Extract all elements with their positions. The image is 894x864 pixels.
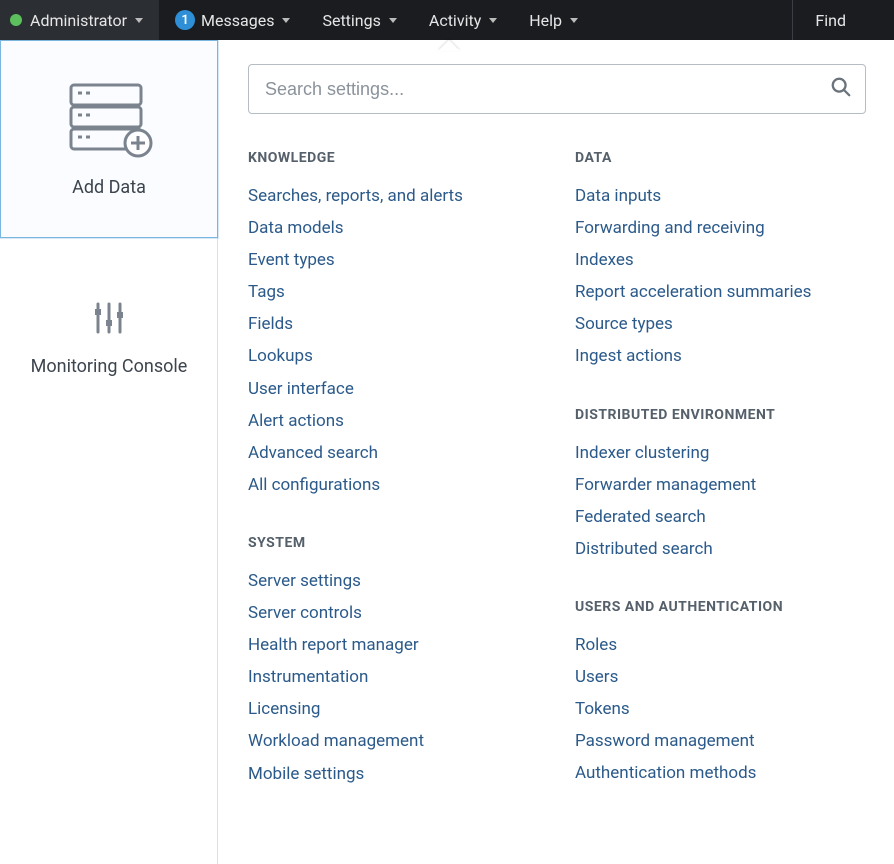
settings-link[interactable]: Report acceleration summaries bbox=[575, 276, 866, 308]
settings-link[interactable]: Distributed search bbox=[575, 533, 866, 565]
settings-link[interactable]: Indexer clustering bbox=[575, 437, 866, 469]
search-settings-input[interactable] bbox=[248, 64, 866, 114]
nav-administrator[interactable]: Administrator bbox=[0, 0, 159, 40]
settings-link[interactable]: Forwarding and receiving bbox=[575, 212, 866, 244]
nav-label: Messages bbox=[201, 11, 274, 30]
settings-link[interactable]: Ingest actions bbox=[575, 340, 866, 372]
settings-link[interactable]: Event types bbox=[248, 244, 539, 276]
link-list-distributed: Indexer clusteringForwarder managementFe… bbox=[575, 437, 866, 565]
settings-link[interactable]: Lookups bbox=[248, 340, 539, 372]
settings-link[interactable]: Forwarder management bbox=[575, 469, 866, 501]
settings-link[interactable]: Workload management bbox=[248, 725, 539, 757]
section-heading: SYSTEM bbox=[248, 535, 539, 551]
settings-link[interactable]: Server settings bbox=[248, 565, 539, 597]
nav-label: Activity bbox=[429, 11, 481, 30]
nav-label: Settings bbox=[322, 11, 380, 30]
messages-count-badge: 1 bbox=[175, 10, 195, 30]
settings-link[interactable]: Data models bbox=[248, 212, 539, 244]
sidebar-add-data[interactable]: Add Data bbox=[0, 40, 218, 238]
chevron-down-icon bbox=[489, 18, 497, 23]
nav-label: Find bbox=[815, 11, 846, 30]
settings-link[interactable]: All configurations bbox=[248, 469, 539, 501]
chevron-down-icon bbox=[389, 18, 397, 23]
settings-link[interactable]: Data inputs bbox=[575, 180, 866, 212]
settings-link[interactable]: Users bbox=[575, 661, 866, 693]
link-list-knowledge: Searches, reports, and alertsData models… bbox=[248, 180, 539, 501]
settings-link[interactable]: Alert actions bbox=[248, 405, 539, 437]
settings-link[interactable]: Source types bbox=[575, 308, 866, 340]
settings-link[interactable]: Health report manager bbox=[248, 629, 539, 661]
settings-link[interactable]: Mobile settings bbox=[248, 758, 539, 790]
nav-messages[interactable]: 1 Messages bbox=[159, 0, 306, 40]
settings-link[interactable]: Roles bbox=[575, 629, 866, 661]
search-settings-wrap bbox=[248, 64, 866, 114]
settings-link[interactable]: Advanced search bbox=[248, 437, 539, 469]
menu-pointer-icon bbox=[438, 40, 460, 51]
link-list-system: Server settingsServer controlsHealth rep… bbox=[248, 565, 539, 790]
link-list-users: RolesUsersTokensPassword managementAuthe… bbox=[575, 629, 866, 789]
search-icon bbox=[830, 76, 852, 102]
settings-link[interactable]: Licensing bbox=[248, 693, 539, 725]
settings-link[interactable]: Instrumentation bbox=[248, 661, 539, 693]
section-distributed: DISTRIBUTED ENVIRONMENT Indexer clusteri… bbox=[575, 407, 866, 565]
nav-label: Administrator bbox=[30, 11, 127, 30]
chevron-down-icon bbox=[135, 18, 143, 23]
section-system: SYSTEM Server settingsServer controlsHea… bbox=[248, 535, 539, 790]
settings-link[interactable]: Tokens bbox=[575, 693, 866, 725]
chevron-down-icon bbox=[282, 18, 290, 23]
settings-content: KNOWLEDGE Searches, reports, and alertsD… bbox=[218, 40, 894, 864]
settings-link[interactable]: Tags bbox=[248, 276, 539, 308]
nav-activity[interactable]: Activity bbox=[413, 0, 513, 40]
top-navbar: Administrator 1 Messages Settings Activi… bbox=[0, 0, 894, 40]
settings-link[interactable]: Federated search bbox=[575, 501, 866, 533]
chevron-down-icon bbox=[570, 18, 578, 23]
section-heading: USERS AND AUTHENTICATION bbox=[575, 599, 866, 615]
settings-link[interactable]: Fields bbox=[248, 308, 539, 340]
settings-dropdown-panel: Add Data Monitoring Console bbox=[0, 40, 894, 864]
section-knowledge: KNOWLEDGE Searches, reports, and alertsD… bbox=[248, 150, 539, 501]
nav-label: Help bbox=[529, 11, 562, 30]
nav-find[interactable]: Find bbox=[792, 0, 894, 40]
status-dot-icon bbox=[10, 14, 22, 26]
settings-link[interactable]: User interface bbox=[248, 373, 539, 405]
settings-sidebar: Add Data Monitoring Console bbox=[0, 40, 218, 864]
link-list-data: Data inputsForwarding and receivingIndex… bbox=[575, 180, 866, 373]
add-data-icon bbox=[65, 81, 153, 159]
sliders-icon bbox=[89, 298, 129, 338]
sidebar-monitoring-console[interactable]: Monitoring Console bbox=[0, 238, 218, 436]
section-heading: DATA bbox=[575, 150, 866, 166]
sidebar-label: Add Data bbox=[72, 177, 146, 198]
section-heading: DISTRIBUTED ENVIRONMENT bbox=[575, 407, 866, 423]
section-heading: KNOWLEDGE bbox=[248, 150, 539, 166]
section-data: DATA Data inputsForwarding and receiving… bbox=[575, 150, 866, 373]
settings-link[interactable]: Indexes bbox=[575, 244, 866, 276]
settings-link[interactable]: Searches, reports, and alerts bbox=[248, 180, 539, 212]
settings-link[interactable]: Authentication methods bbox=[575, 757, 866, 789]
nav-help[interactable]: Help bbox=[513, 0, 594, 40]
nav-settings[interactable]: Settings bbox=[306, 0, 412, 40]
settings-link[interactable]: Password management bbox=[575, 725, 866, 757]
settings-link[interactable]: Server controls bbox=[248, 597, 539, 629]
sidebar-label: Monitoring Console bbox=[31, 356, 188, 377]
section-users: USERS AND AUTHENTICATION RolesUsersToken… bbox=[575, 599, 866, 789]
